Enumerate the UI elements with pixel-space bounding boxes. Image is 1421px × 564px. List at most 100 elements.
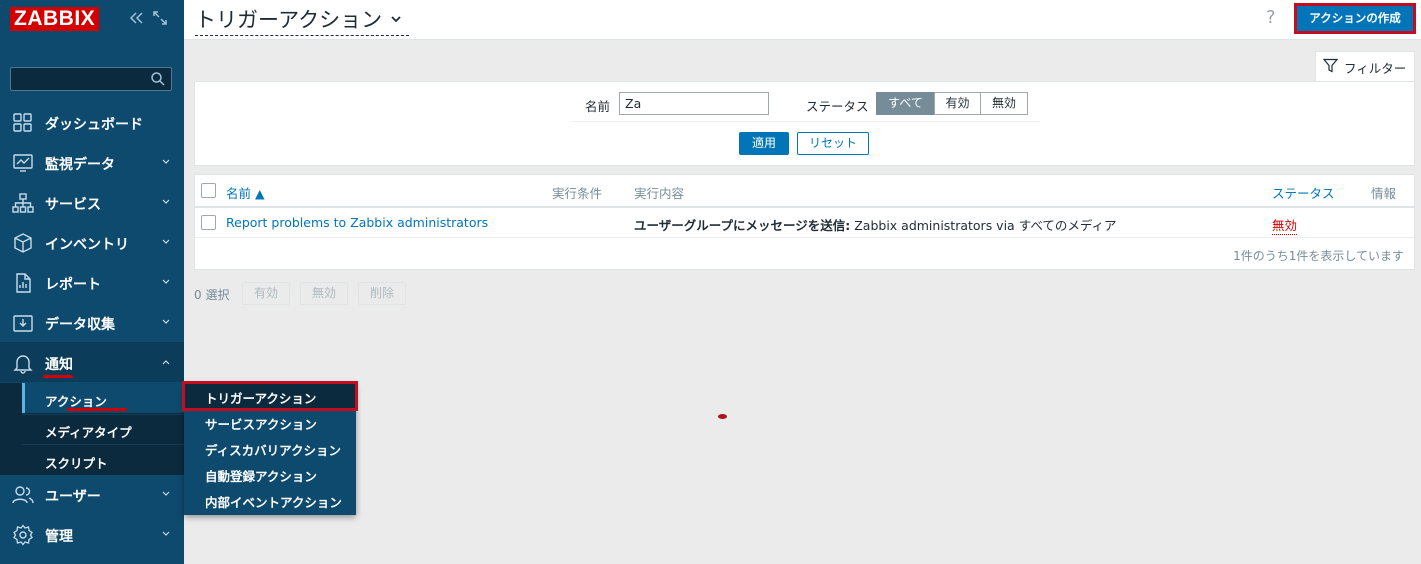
column-header-name[interactable]: 名前 ▲ bbox=[226, 183, 265, 202]
gear-icon bbox=[13, 524, 33, 546]
flyout-item-autoregistration-actions[interactable]: 自動登録アクション bbox=[184, 461, 356, 487]
services-icon bbox=[12, 193, 34, 213]
sidebar-item-inventory[interactable]: インベントリ bbox=[0, 222, 184, 262]
submenu-item-actions[interactable]: アクション bbox=[22, 383, 195, 413]
action-name-link[interactable]: Report problems to Zabbix administrators bbox=[226, 215, 488, 230]
table-footer-count: 1件のうち1件を表示しています bbox=[1233, 249, 1404, 263]
sidebar-item-label: データ収集 bbox=[45, 317, 115, 333]
operation-detail: Zabbix administrators via すべてのメディア bbox=[850, 218, 1117, 233]
flyout-item-service-actions[interactable]: サービスアクション bbox=[184, 409, 356, 435]
flyout-item-internal-actions[interactable]: 内部イベントアクション bbox=[184, 487, 356, 513]
actions-table: 名前 ▲ 実行条件 実行内容 ステータス 情報 Report problems … bbox=[194, 174, 1415, 270]
sidebar-item-alerts[interactable]: 通知 bbox=[0, 342, 184, 382]
flyout-item-label: トリガーアクション bbox=[205, 391, 317, 406]
chevron-down-icon bbox=[162, 159, 170, 164]
sidebar-item-dashboard[interactable]: ダッシュボード bbox=[0, 102, 184, 142]
chevron-down-icon bbox=[162, 279, 170, 284]
stray-mark bbox=[718, 414, 727, 419]
sidebar-item-reports[interactable]: レポート bbox=[0, 262, 184, 302]
sidebar-item-services[interactable]: サービス bbox=[0, 182, 184, 222]
zabbix-logo[interactable]: ZABBIX bbox=[10, 7, 100, 31]
flyout-item-label: サービスアクション bbox=[205, 417, 317, 432]
action-operations: ユーザーグループにメッセージを送信: Zabbix administrators… bbox=[634, 215, 1116, 234]
sidebar-item-label: ダッシュボード bbox=[45, 117, 143, 133]
reset-button[interactable]: リセット bbox=[797, 132, 869, 155]
submenu-item-label: メディアタイプ bbox=[45, 425, 132, 440]
name-filter-input[interactable] bbox=[619, 92, 769, 115]
submenu-item-label: スクリプト bbox=[45, 456, 108, 471]
sidebar-item-administration[interactable]: 管理 bbox=[0, 514, 184, 554]
row-divider bbox=[195, 237, 1414, 238]
selected-count: 0 選択 bbox=[194, 288, 230, 302]
filter-tab-label: フィルター bbox=[1344, 61, 1407, 76]
page-header: トリガーアクション ? アクションの作成 bbox=[184, 0, 1421, 40]
data-collection-icon bbox=[13, 315, 33, 332]
filter-icon bbox=[1323, 58, 1338, 73]
sidebar-item-label: 管理 bbox=[45, 529, 73, 545]
sidebar-item-label: 監視データ bbox=[45, 157, 115, 173]
column-header-status[interactable]: ステータス bbox=[1272, 183, 1335, 202]
sidebar-search-input[interactable] bbox=[10, 67, 172, 91]
actions-flyout-menu: トリガーアクション サービスアクション ディスカバリアクション 自動登録アクショ… bbox=[182, 381, 358, 515]
dashboard-icon bbox=[13, 113, 32, 132]
apply-button[interactable]: 適用 bbox=[739, 132, 789, 155]
row-checkbox[interactable] bbox=[201, 215, 216, 230]
sidebar-item-label: 通知 bbox=[45, 357, 73, 373]
annotation-underline bbox=[67, 408, 127, 411]
column-header-info: 情報 bbox=[1371, 186, 1397, 201]
sidebar: ZABBIX ダッシュボード 監視データ サービス インベントリ レポート デー… bbox=[0, 0, 195, 564]
annotation-underline bbox=[43, 375, 73, 378]
search-icon[interactable] bbox=[150, 71, 166, 87]
sidebar-item-label: ユーザー bbox=[45, 489, 101, 505]
status-filter-label: ステータス bbox=[806, 99, 869, 114]
header-divider bbox=[195, 206, 1414, 208]
sidebar-item-label: サービス bbox=[45, 197, 101, 213]
column-header-conditions: 実行条件 bbox=[552, 186, 603, 201]
chevron-down-icon bbox=[162, 319, 170, 324]
inventory-icon bbox=[14, 233, 32, 253]
chevron-down-icon bbox=[162, 531, 170, 536]
help-icon[interactable]: ? bbox=[1266, 7, 1276, 28]
submenu-item-media-types[interactable]: メディアタイプ bbox=[22, 414, 184, 444]
sidebar-item-data-collection[interactable]: データ収集 bbox=[0, 302, 184, 342]
operation-type: ユーザーグループにメッセージを送信: bbox=[634, 218, 851, 233]
flyout-item-trigger-actions[interactable]: トリガーアクション bbox=[182, 381, 358, 411]
page-title[interactable]: トリガーアクション bbox=[195, 4, 409, 36]
column-header-operations: 実行内容 bbox=[634, 186, 685, 201]
name-filter-label: 名前 bbox=[585, 99, 611, 114]
sidebar-item-users[interactable]: ユーザー bbox=[0, 474, 184, 514]
status-toggle-link[interactable]: 無効 bbox=[1272, 215, 1298, 235]
flyout-item-discovery-actions[interactable]: ディスカバリアクション bbox=[184, 435, 356, 461]
bell-icon bbox=[13, 355, 33, 374]
filter-tab[interactable]: フィルター bbox=[1315, 51, 1415, 82]
status-option-enabled[interactable]: 有効 bbox=[934, 92, 981, 115]
sidebar-item-monitoring[interactable]: 監視データ bbox=[0, 142, 184, 182]
submenu-item-scripts[interactable]: スクリプト bbox=[22, 445, 184, 475]
chevron-up-icon bbox=[162, 360, 170, 365]
status-option-all[interactable]: すべて bbox=[876, 92, 935, 115]
users-icon bbox=[12, 486, 34, 504]
filter-panel: 名前 ステータス すべて 有効 無効 適用 リセット bbox=[194, 81, 1415, 166]
chevron-down-icon bbox=[162, 199, 170, 204]
flyout-item-label: 自動登録アクション bbox=[205, 469, 317, 484]
chevron-down-icon bbox=[162, 491, 170, 496]
mass-delete-button[interactable]: 削除 bbox=[358, 282, 406, 305]
create-action-button[interactable]: アクションの作成 bbox=[1294, 3, 1416, 34]
reports-icon bbox=[16, 273, 31, 293]
monitoring-icon bbox=[13, 154, 33, 172]
mass-enable-button[interactable]: 有効 bbox=[242, 282, 290, 305]
status-option-disabled[interactable]: 無効 bbox=[980, 92, 1028, 115]
kiosk-mode-icon[interactable] bbox=[152, 10, 168, 26]
alerts-submenu: アクション メディアタイプ スクリプト bbox=[0, 383, 195, 475]
sidebar-item-label: インベントリ bbox=[45, 237, 129, 253]
divider bbox=[571, 121, 1039, 122]
select-all-checkbox[interactable] bbox=[201, 183, 216, 198]
flyout-item-label: 内部イベントアクション bbox=[205, 495, 342, 510]
sidebar-item-label: レポート bbox=[45, 277, 101, 293]
collapse-sidebar-icon[interactable] bbox=[128, 10, 144, 26]
chevron-down-icon bbox=[162, 239, 170, 244]
flyout-item-label: ディスカバリアクション bbox=[205, 443, 342, 458]
chevron-down-icon[interactable] bbox=[390, 14, 402, 24]
page-title-text: トリガーアクション bbox=[195, 8, 383, 32]
mass-disable-button[interactable]: 無効 bbox=[300, 282, 348, 305]
